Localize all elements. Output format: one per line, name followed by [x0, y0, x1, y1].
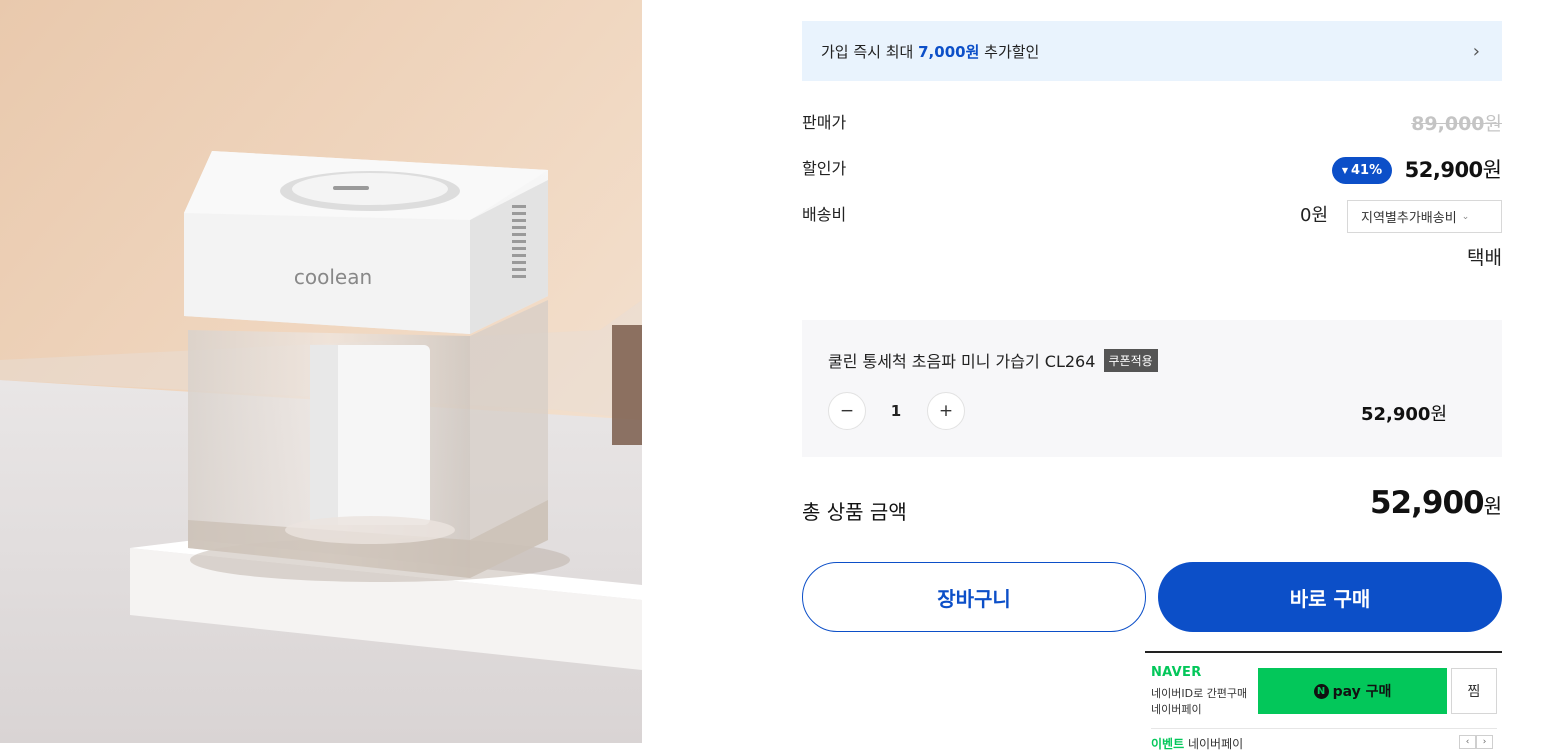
sale-price: 52,900원	[1404, 158, 1502, 182]
shipping-method: 택배	[1467, 247, 1502, 269]
option-name: 쿨린 통세척 초음파 미니 가습기 CL264 쿠폰적용	[828, 348, 1158, 372]
down-arrow-icon: ▼	[1341, 166, 1349, 175]
chevron-right-icon[interactable]: ›	[1476, 735, 1493, 749]
list-price: 89,000원	[1411, 113, 1502, 135]
signup-discount-banner[interactable]: 가입 즉시 최대 7,000원 추가할인 ›	[802, 21, 1502, 81]
naver-pay-box: NAVER 네이버ID로 간편구매 네이버페이 N pay 구매 찜 이벤트 네…	[1145, 651, 1502, 751]
naver-pay-event[interactable]: 이벤트 네이버페이	[1151, 735, 1243, 752]
product-image: coolean	[0, 0, 642, 743]
naver-n-icon: N	[1313, 683, 1329, 699]
svg-text:coolean: coolean	[294, 265, 372, 289]
quantity-decrease-button[interactable]: −	[828, 392, 866, 430]
sale-price-label: 할인가	[802, 159, 847, 178]
chevron-right-icon: ›	[1472, 40, 1480, 62]
naver-logo: NAVER	[1151, 665, 1202, 680]
naver-pay-name: 네이버페이	[1151, 703, 1202, 716]
option-price: 52,900원	[1360, 404, 1447, 425]
regional-shipping-select[interactable]: 지역별추가배송비 ⌄	[1347, 200, 1502, 233]
coupon-badge: 쿠폰적용	[1103, 349, 1158, 372]
selected-option-box: 쿨린 통세척 초음파 미니 가습기 CL264 쿠폰적용 − 1 + 52,90…	[802, 320, 1502, 457]
chevron-left-icon[interactable]: ‹	[1459, 735, 1476, 749]
banner-text: 가입 즉시 최대 7,000원 추가할인	[821, 42, 1040, 61]
event-pager: ‹ ›	[1459, 735, 1493, 749]
shipping-fee: 0원	[1300, 205, 1329, 226]
quantity-increase-button[interactable]: +	[927, 392, 965, 430]
buy-now-button[interactable]: 바로 구매	[1158, 562, 1502, 632]
total-price: 52,900원	[1369, 485, 1502, 521]
total-label: 총 상품 금액	[802, 500, 907, 524]
chevron-down-icon: ⌄	[1461, 211, 1470, 222]
naver-pay-buy-button[interactable]: N pay 구매	[1258, 668, 1447, 714]
shipping-label: 배송비	[802, 205, 847, 224]
banner-amount: 7,000원	[918, 42, 980, 61]
list-price-label: 판매가	[802, 113, 847, 132]
quantity-value[interactable]: 1	[884, 402, 908, 420]
naver-wish-button[interactable]: 찜	[1451, 668, 1497, 714]
divider	[1151, 728, 1497, 729]
add-to-cart-button[interactable]: 장바구니	[802, 562, 1146, 632]
naver-pay-desc: 네이버ID로 간편구매	[1151, 687, 1248, 700]
discount-badge: ▼ 41%	[1332, 157, 1392, 184]
